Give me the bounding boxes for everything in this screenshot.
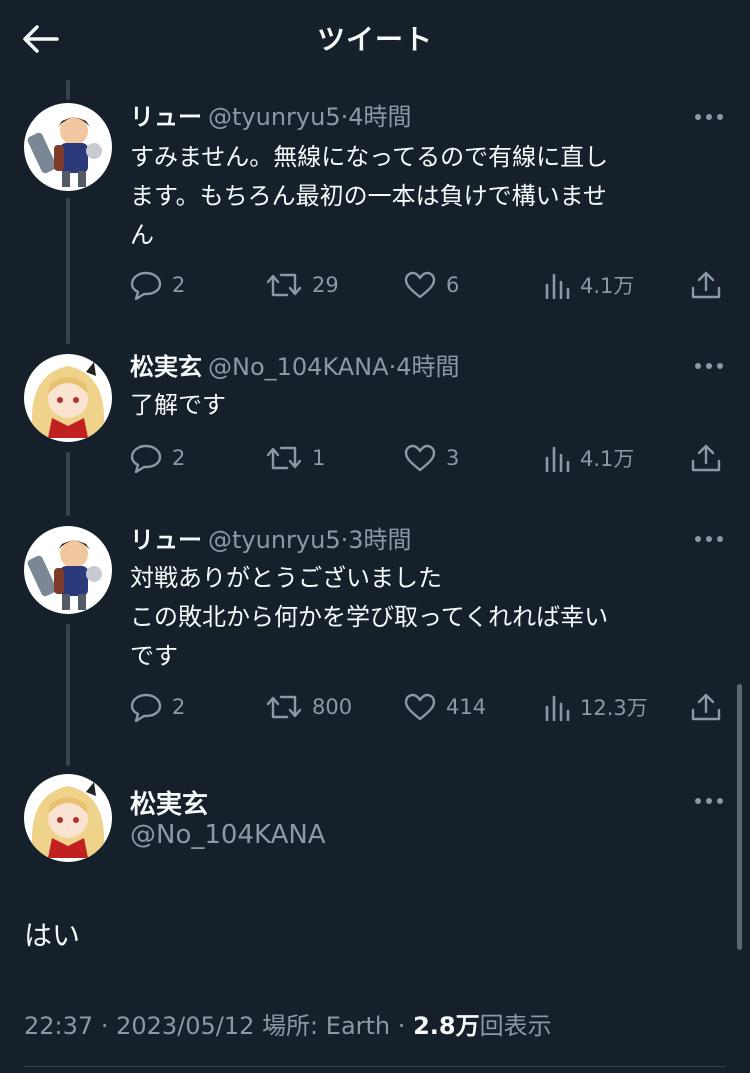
main-views-count: 2.8万 [413,1012,480,1040]
reply-count: 2 [172,273,186,297]
timestamp[interactable]: 4時間 [348,103,411,131]
heart-icon [404,693,436,721]
retweet-count: 29 [312,273,339,297]
avatar-kana[interactable] [24,354,112,442]
views-bar-chart-icon [545,695,570,721]
retweet-icon [266,273,302,297]
page-title: ツイート [316,23,433,56]
like-count: 6 [446,273,460,297]
tweet-header: リュー @tyunryu5·3時間 [130,524,412,556]
retweet-icon [266,695,302,719]
timestamp[interactable]: 4時間 [396,353,459,381]
tweet-actions: 2 29 6 4.1万 [130,268,726,302]
main-tweet-text: はい [24,919,81,952]
retweet-button[interactable]: 800 [266,690,352,724]
tweet-header: リュー @tyunryu5·4時間 [130,101,412,133]
tweet-text: すみません。無線になってるので有線に直し ます。もちろん最初の一本は負けで構いま… [130,143,609,249]
tweet-header: 松実玄 @No_104KANA·4時間 [130,351,459,383]
more-button[interactable] [692,356,726,376]
user-name[interactable]: リュー [130,526,202,554]
avatar-ryu[interactable] [24,103,112,191]
separator: · [100,1012,109,1040]
reply-button[interactable]: 2 [130,441,185,475]
more-button[interactable] [692,791,726,811]
reply-bubble-icon [130,693,162,722]
views-count: 4.1万 [580,274,635,298]
main-user-handle[interactable]: @No_104KANA [130,820,326,850]
more-dots-icon [695,798,723,804]
scrollbar[interactable] [737,684,742,950]
share-button[interactable] [690,441,722,475]
retweet-button[interactable]: 29 [266,268,339,302]
thread-line [66,80,70,100]
user-name[interactable]: リュー [130,103,202,131]
user-handle[interactable]: @tyunryu5 [208,103,341,131]
separator: · [397,1012,406,1040]
like-button[interactable]: 6 [404,268,459,302]
share-upload-icon [691,271,721,299]
more-button[interactable] [692,529,726,549]
avatar-kana[interactable] [24,774,112,862]
heart-icon [404,444,436,472]
tweet-actions: 2 1 3 4.1万 [130,441,726,475]
tweet-meta: 22:37 · 2023/05/12 場所: Earth · 2.8万回表示 [24,1008,552,1044]
tweet-location[interactable]: 場所: Earth [262,1012,390,1040]
reply-button[interactable]: 2 [130,690,185,724]
views-count: 4.1万 [580,447,635,471]
tweet-date[interactable]: 2023/05/12 [116,1012,254,1040]
views-bar-chart-icon [545,446,570,472]
reply-count: 2 [172,695,186,719]
reply-bubble-icon [130,444,162,473]
more-dots-icon [695,536,723,542]
reply-count: 2 [172,446,186,470]
timestamp[interactable]: 3時間 [348,526,411,554]
user-handle[interactable]: @No_104KANA [208,353,389,381]
retweet-button[interactable]: 1 [266,441,325,475]
like-button[interactable]: 414 [404,690,486,724]
more-button[interactable] [692,107,726,127]
views-button[interactable]: 4.1万 [544,441,634,475]
top-bar: ツイート [0,0,750,78]
more-dots-icon [695,363,723,369]
tweet-text: 対戦ありがとうございました この敗北から何かを学び取ってくれれば幸い です [130,564,609,670]
tweet-time[interactable]: 22:37 [24,1012,93,1040]
reply-bubble-icon [130,271,162,300]
tweet-actions: 2 800 414 12.3万 [130,690,726,724]
views-button[interactable]: 12.3万 [544,690,648,724]
thread-line [66,452,70,516]
views-button[interactable]: 4.1万 [544,268,634,302]
avatar-ryu[interactable] [24,526,112,614]
retweet-count: 1 [312,446,326,470]
share-upload-icon [691,693,721,721]
views-label: 回表示 [479,1012,552,1040]
user-name[interactable]: 松実玄 [130,353,202,381]
like-count: 3 [446,446,460,470]
like-count: 414 [446,695,487,719]
tweet-text: 了解です [130,391,226,419]
retweet-count: 800 [312,695,353,719]
thread-line [66,624,70,766]
share-button[interactable] [690,690,722,724]
user-handle[interactable]: @tyunryu5 [208,526,341,554]
share-upload-icon [691,444,721,472]
more-dots-icon [695,114,723,120]
views-bar-chart-icon [545,273,570,299]
retweet-icon [266,446,302,470]
thread-line [66,198,70,344]
like-button[interactable]: 3 [404,441,459,475]
heart-icon [404,271,436,299]
share-button[interactable] [690,268,722,302]
divider [24,1066,726,1067]
main-user-name[interactable]: 松実玄 [130,784,208,821]
reply-button[interactable]: 2 [130,268,185,302]
views-count: 12.3万 [580,696,648,720]
